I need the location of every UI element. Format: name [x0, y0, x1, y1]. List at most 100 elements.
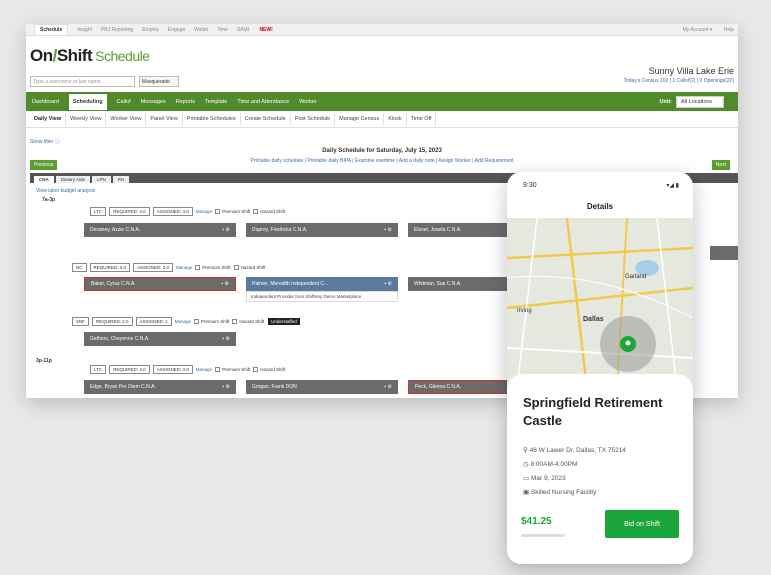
tab-cna[interactable]: CNA: [34, 176, 54, 183]
note-icon[interactable]: ▪ ⚙: [221, 281, 229, 287]
topnav-engage[interactable]: Engage: [168, 27, 185, 33]
nav-worker[interactable]: Worker: [299, 99, 317, 105]
schedule-title: Daily Schedule for Saturday, July 15, 20…: [322, 148, 442, 154]
help-link[interactable]: Help: [724, 27, 734, 33]
worker-card[interactable]: Edge, Bryan Per Diem C.N.A. ▪ ⚙: [84, 380, 236, 394]
map-view[interactable]: Garland Irving Dallas: [507, 218, 693, 388]
topnav-wallet[interactable]: Wallet: [194, 27, 208, 33]
worker-name: Peck, Glenna C.N.A.: [415, 384, 462, 390]
note-icon[interactable]: ▪ ⚙: [384, 227, 392, 233]
tab-lpn[interactable]: LPN: [92, 176, 111, 183]
worker-name: Baker, Cyrus C.N.A.: [91, 281, 136, 287]
shift-detail-sheet: Springfield Retirement Castle ⚲ 48 W Law…: [507, 374, 693, 564]
worker-card[interactable]: Peck, Glenna C.N.A.: [408, 380, 516, 394]
worker-card[interactable]: Grogan, Frank DON ▪ ⚙: [246, 380, 398, 394]
note-icon[interactable]: ▪ ⚙: [384, 281, 392, 287]
worker-name: Whitman, Sue C.N.A.: [414, 281, 462, 287]
hazard-checkbox[interactable]: [233, 265, 239, 270]
tab-rn[interactable]: RN: [112, 176, 130, 183]
tab-worker-view[interactable]: Worker View: [106, 113, 147, 125]
hazard-checkbox[interactable]: [232, 319, 238, 324]
signal-battery-icon: ▾◢ ▮: [666, 183, 679, 189]
previous-button[interactable]: Previous: [30, 160, 58, 170]
note-icon[interactable]: ▪ ⚙: [222, 384, 230, 390]
sami-label: SAMI: [236, 26, 250, 33]
worker-card[interactable]: Gethers, Cheyenne C.N.A. ▪ ⚙: [84, 332, 236, 346]
details-header: Details: [586, 202, 614, 211]
brand-row: On/Shift Schedule Type a username or last…: [26, 36, 738, 92]
sub-tabs: Daily View Weekly View Worker View Panel…: [26, 111, 738, 128]
nav-time-attendance[interactable]: Time and Attendance: [237, 99, 289, 105]
bid-on-shift-button[interactable]: Bid on Shift: [605, 510, 679, 538]
hours-row: ◷ 8:00AM-4:00PM: [523, 460, 577, 468]
user-search-input[interactable]: Type a username or last name: [30, 76, 135, 87]
worker-card[interactable]: Baker, Cyrus C.N.A. ▪ ⚙: [84, 277, 236, 291]
hazard-checkbox[interactable]: [253, 367, 259, 372]
premium-label: Premium Shift: [202, 265, 231, 270]
manage-link[interactable]: Manage: [196, 367, 212, 372]
worker-card-partial[interactable]: [710, 246, 738, 260]
manage-link[interactable]: Manage: [176, 265, 192, 270]
schedule-action-links[interactable]: Printable daily schedule | Printable dai…: [26, 158, 738, 164]
address-row: ⚲ 48 W Lawer Dr, Dallas, TX 75214: [523, 446, 626, 454]
assigned-count: ASSIGNED: 1: [135, 317, 172, 326]
worker-card[interactable]: Palmer, Meredith Independent C... ▪ ⚙: [246, 277, 398, 291]
clock-icon: ◷: [523, 461, 529, 468]
pin-icon: ⚲: [523, 447, 528, 454]
manage-link[interactable]: Manage: [196, 209, 212, 214]
provider-note: Independent Provider from ShiftKey Demo …: [246, 291, 398, 302]
shift-label-day: 7a-3p: [42, 197, 56, 203]
premium-checkbox[interactable]: [214, 367, 220, 372]
hazard-checkbox[interactable]: [253, 209, 259, 214]
unit-label: Unit:: [659, 99, 672, 105]
tab-printable[interactable]: Printable Schedules: [183, 113, 241, 125]
next-button[interactable]: Next: [711, 160, 730, 170]
manage-link[interactable]: Manage: [175, 319, 191, 324]
worker-card[interactable]: Duprey, Fredricka C.N.A. ▪ ⚙: [246, 223, 398, 237]
my-account-link[interactable]: My Account ▾: [683, 27, 713, 33]
topnav-schedule[interactable]: Schedule: [34, 24, 69, 35]
worker-card[interactable]: Devaney, Azzie C.N.A. ▪ ⚙: [84, 223, 236, 237]
masquerade-button[interactable]: Masquerade: [139, 76, 179, 87]
assigned-count: ASSIGNED: 3.0: [152, 365, 193, 374]
topnav-pbj[interactable]: PBJ Reporting: [101, 27, 133, 33]
tab-time-off[interactable]: Time Off: [407, 113, 437, 125]
note-icon[interactable]: ▪ ⚙: [222, 227, 230, 233]
tab-panel-view[interactable]: Panel View: [146, 113, 183, 125]
unit-select[interactable]: All Locations: [676, 96, 724, 108]
nav-messages[interactable]: Messages: [141, 99, 166, 105]
worker-card[interactable]: Elsner, Josefa C.N.A.: [408, 223, 516, 237]
premium-checkbox[interactable]: [214, 209, 220, 214]
topnav-employ[interactable]: Employ: [142, 27, 159, 33]
premium-label: Premium Shift: [201, 319, 230, 324]
nav-scheduling[interactable]: Scheduling: [68, 93, 107, 110]
worker-card[interactable]: Whitman, Sue C.N.A.: [408, 277, 516, 291]
nav-template[interactable]: Template: [205, 99, 227, 105]
topnav-sami[interactable]: SAMI NEW!: [237, 27, 282, 33]
tab-daily-view[interactable]: Daily View: [30, 113, 67, 125]
premium-checkbox[interactable]: [194, 319, 200, 324]
nav-dashboard[interactable]: Dashboard: [32, 99, 59, 105]
note-icon[interactable]: ▪ ⚙: [222, 336, 230, 342]
show-filter-link[interactable]: Show filter ⓘ: [30, 138, 60, 145]
address-text: 48 W Lawer Dr, Dallas, TX 75214: [529, 447, 626, 454]
view-labor-link[interactable]: View labor budget analysis: [36, 188, 95, 194]
tab-dietary-aide[interactable]: Dietary Aide: [55, 176, 91, 183]
nav-reports[interactable]: Reports: [176, 99, 195, 105]
onshift-logo: On/Shift Schedule: [30, 46, 150, 66]
note-icon[interactable]: ▪ ⚙: [384, 384, 392, 390]
tab-post-schedule[interactable]: Post Schedule: [291, 113, 336, 125]
topnav-insight[interactable]: Insight: [77, 27, 92, 33]
tab-manage-census[interactable]: Manage Census: [335, 113, 385, 125]
nav-callof[interactable]: Callof: [117, 99, 131, 105]
premium-checkbox[interactable]: [195, 265, 201, 270]
worker-name: Grogan, Frank DON: [252, 384, 297, 390]
tab-weekly-view[interactable]: Weekly View: [66, 113, 107, 125]
census-links[interactable]: Today's Census 102 | 1 Callof(2) | 0 Ope…: [623, 78, 734, 84]
topnav-time[interactable]: Time: [217, 27, 228, 33]
requirement-row: SNF REQUIRED: 2.0 ASSIGNED: 1 Manage Pre…: [72, 317, 300, 326]
status-time: 9:30: [523, 182, 537, 189]
premium-label: Premium Shift: [221, 209, 251, 214]
tab-create-schedule[interactable]: Create Schedule: [241, 113, 291, 125]
tab-kiosk[interactable]: Kiosk: [384, 113, 407, 125]
